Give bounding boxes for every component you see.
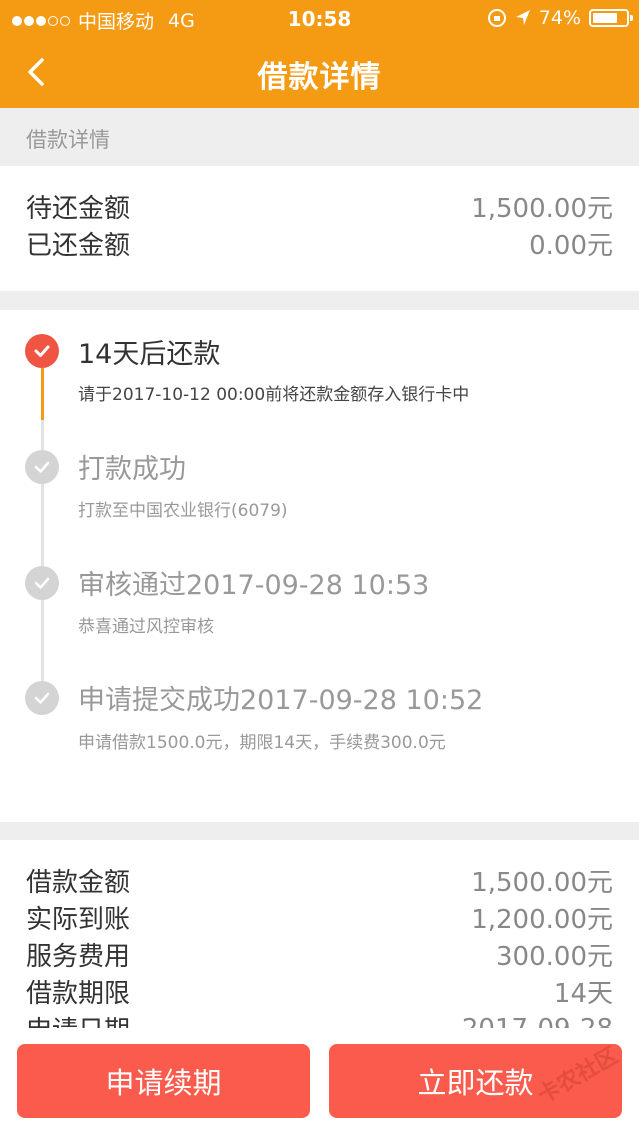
check-circle-icon <box>25 450 59 484</box>
rotation-lock-icon <box>487 9 506 27</box>
check-circle-icon <box>25 566 59 600</box>
page-title: 借款详情 <box>257 60 382 95</box>
detail-label: 借款金额 <box>26 868 131 898</box>
battery-level <box>593 13 617 23</box>
timeline-subtitle: 申请借款1500.0元，期限14天，手续费300.0元 <box>78 733 446 753</box>
amount-value: 1,500.00元 <box>471 194 613 224</box>
detail-row: 借款期限 14天 <box>0 973 639 1010</box>
detail-label: 实际到账 <box>26 905 131 935</box>
detail-value: 1,200.00元 <box>471 905 613 935</box>
detail-label: 服务费用 <box>26 942 131 972</box>
detail-row: 实际到账 1,200.00元 <box>0 899 639 936</box>
battery-percent: 74% <box>538 7 581 29</box>
nav-bar: 借款详情 <box>0 36 639 108</box>
detail-row: 申请日期 2017-09-28 <box>0 1010 639 1029</box>
timeline-title: 审核通过2017-09-28 10:53 <box>78 570 430 601</box>
status-right: 74% <box>487 7 633 29</box>
amount-row: 已还金额 0.00元 <box>0 225 639 262</box>
timeline-title: 打款成功 <box>78 454 186 485</box>
amount-label: 待还金额 <box>26 194 131 224</box>
detail-value: 1,500.00元 <box>471 868 613 898</box>
amount-value: 0.00元 <box>529 231 613 261</box>
timeline-connector <box>41 368 44 420</box>
detail-label: 申请日期 <box>26 1010 130 1028</box>
timeline-subtitle: 打款至中国农业银行(6079) <box>78 501 288 521</box>
amount-label: 已还金额 <box>26 231 131 261</box>
location-icon <box>515 10 530 25</box>
status-bar: 中国移动 4G 10:58 74% <box>0 0 639 36</box>
timeline-title: 申请提交成功2017-09-28 10:52 <box>78 685 484 716</box>
check-circle-icon <box>25 681 59 715</box>
timeline-subtitle: 恭喜通过风控审核 <box>78 617 214 637</box>
loan-detail-card: 借款金额 1,500.00元 实际到账 1,200.00元 服务费用 300.0… <box>0 840 639 1028</box>
amount-card: 待还金额 1,500.00元 已还金额 0.00元 <box>0 166 639 291</box>
progress-timeline: 14天后还款 请于2017-10-12 00:00前将还款金额存入银行卡中 打款… <box>0 310 639 822</box>
timeline-title: 14天后还款 <box>78 339 221 370</box>
detail-row: 借款金额 1,500.00元 <box>0 862 639 899</box>
timeline-subtitle: 请于2017-10-12 00:00前将还款金额存入银行卡中 <box>78 385 470 405</box>
detail-value: 14天 <box>553 979 613 1009</box>
section-header: 借款详情 <box>0 108 639 164</box>
amount-row: 待还金额 1,500.00元 <box>0 188 639 225</box>
detail-value: 2017-09-28 <box>462 1014 613 1029</box>
detail-row: 服务费用 300.00元 <box>0 936 639 973</box>
check-circle-icon <box>25 334 59 368</box>
renew-button[interactable]: 申请续期 <box>17 1044 310 1118</box>
battery-icon <box>589 9 633 27</box>
detail-label: 借款期限 <box>26 979 131 1009</box>
detail-value: 300.00元 <box>496 942 613 972</box>
